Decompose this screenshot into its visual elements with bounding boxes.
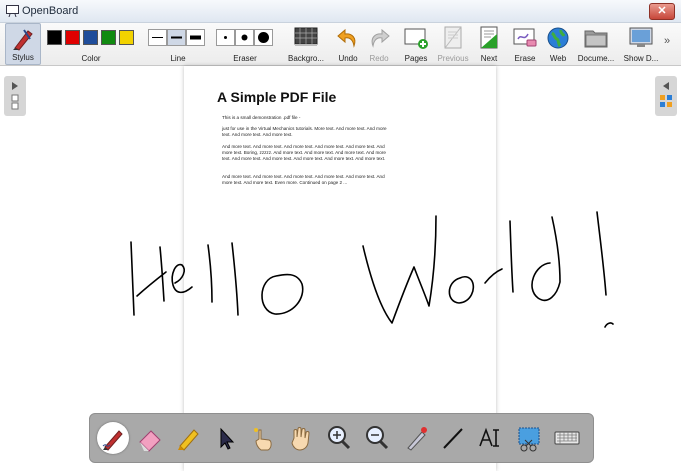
virtual-keyboard-tool-button[interactable]: [551, 422, 583, 454]
line-tool-button[interactable]: [437, 422, 469, 454]
hand-tool-button[interactable]: [284, 422, 316, 454]
laser-pointer-tool-button[interactable]: [400, 422, 432, 454]
text-icon: [479, 427, 499, 447]
stroke-e: [171, 263, 193, 294]
pen-tool-button[interactable]: [97, 422, 129, 454]
eraser-tool-button[interactable]: [134, 422, 166, 454]
stroke-d: [531, 216, 561, 302]
capture-tool-button[interactable]: [513, 422, 545, 454]
stroke-exclaim-dot: [604, 322, 614, 328]
stroke-l3: [509, 220, 514, 293]
floating-tool-dock: [89, 413, 594, 463]
marker-tool-button[interactable]: [172, 422, 204, 454]
hand-icon: [291, 427, 310, 451]
laser-pointer-icon: [407, 427, 427, 451]
stroke-exclaim: [596, 211, 607, 296]
stroke-r: [484, 268, 503, 284]
stroke-W: [362, 215, 437, 324]
eraser-icon: [139, 430, 161, 452]
stroke-l2: [231, 242, 239, 316]
stroke-H-left: [130, 241, 135, 316]
zoom-in-tool-button[interactable]: [323, 422, 355, 454]
keyboard-icon: [554, 431, 580, 445]
stroke-o1: [261, 273, 304, 315]
line-icon: [443, 428, 463, 449]
marker-icon: [178, 429, 199, 451]
openboard-window: OpenBoard ✕ Stylus Color Line Eraser Bac…: [0, 0, 681, 471]
capture-icon: [518, 427, 540, 452]
zoom-out-icon: [366, 426, 389, 450]
zoom-out-tool-button[interactable]: [361, 422, 393, 454]
play-tool-button[interactable]: [247, 422, 279, 454]
zoom-in-icon: [328, 426, 351, 450]
selector-tool-button[interactable]: [210, 422, 242, 454]
stroke-l1: [207, 244, 213, 303]
handwritten-annotation: [130, 211, 614, 328]
pen-icon: [102, 430, 123, 451]
pointing-hand-icon: [254, 428, 272, 451]
text-tool-button[interactable]: [475, 422, 507, 454]
arrow-cursor-icon: [220, 427, 235, 450]
stroke-o2: [448, 275, 475, 304]
